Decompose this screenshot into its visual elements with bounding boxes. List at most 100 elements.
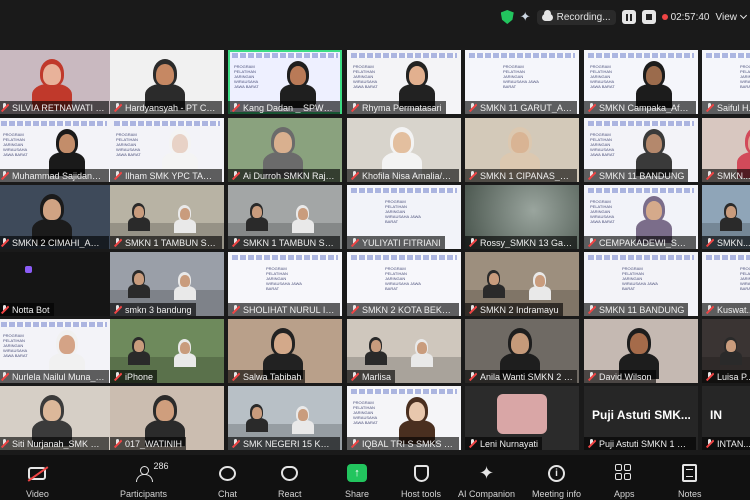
participant-name: SMKN 2 CIMAHI_ADI F... — [12, 237, 105, 248]
slide-title-text: PROGRAM PELATIHAN JARINGAN WIRAUSAHA JAW… — [266, 266, 302, 291]
participant-tile[interactable]: Leni Nurnayati — [465, 386, 579, 450]
participant-tile[interactable]: PROGRAM PELATIHAN JARINGAN WIRAUSAHA JAW… — [228, 252, 342, 316]
participant-name: YULIYATI FITRIANI — [362, 237, 441, 248]
participant-tile[interactable]: SMKN 1 CIPANAS_Fitri... — [465, 118, 579, 182]
participant-name-bar: Notta Bot — [0, 303, 54, 316]
participant-tile[interactable]: PROGRAM PELATIHAN JARINGAN WIRAUSAHA JAW… — [347, 185, 461, 249]
participant-tile[interactable]: PROGRAM PELATIHAN JARINGAN WIRAUSAHA JAW… — [465, 50, 579, 114]
participant-tile[interactable]: Anila Wanti SMKN 2 S... — [465, 319, 579, 383]
meeting-info-button[interactable]: i Meeting info — [532, 463, 581, 499]
participant-tile[interactable]: Puji Astuti SMK... Puji Astuti SMKN 1 CIK… — [584, 386, 698, 450]
participant-tile[interactable]: SMK NEGERI 15 KOTA... — [228, 386, 342, 450]
participant-face — [134, 206, 144, 218]
participant-body — [174, 219, 196, 234]
ai-sparkle-icon[interactable]: ✦ — [520, 9, 531, 25]
ai-companion-button[interactable]: ✦ AI Companion — [458, 463, 515, 499]
slide-title-text: PROGRAM PELATIHAN JARINGAN WIRAUSAHA JAW… — [740, 266, 750, 291]
participant-tile[interactable]: IN INTAN... — [702, 386, 750, 450]
participant-tile[interactable]: iPhone — [110, 319, 224, 383]
mic-muted-icon — [231, 372, 240, 381]
pause-recording-button[interactable] — [621, 10, 636, 24]
mic-muted-icon — [587, 103, 596, 112]
participant-tile[interactable]: Luisa P... — [702, 319, 750, 383]
participant-tile[interactable]: SMKN 2 CIMAHI_ADI F... — [0, 185, 111, 249]
apps-button[interactable]: Apps — [614, 463, 635, 499]
participant-tile[interactable]: PROGRAM PELATIHAN JARINGAN WIRAUSAHA JAW… — [0, 118, 111, 182]
apps-icon — [615, 464, 633, 482]
participant-tile[interactable]: SMKN... — [702, 185, 750, 249]
participant-tile[interactable]: SMKN... — [702, 118, 750, 182]
participant-tile[interactable]: PROGRAM PELATIHAN JARINGAN WIRAUSAHA JAW… — [0, 319, 111, 383]
participant-tile[interactable]: smkn 3 bandung — [110, 252, 224, 316]
participants-label: Participants — [120, 489, 168, 499]
mic-muted-icon — [587, 305, 596, 314]
participant-tile[interactable]: SMKN 1 TAMBUN SEL... — [110, 185, 224, 249]
participant-tile[interactable]: PROGRAM PELATIHAN JARINGAN WIRAUSAHA JAW… — [702, 252, 750, 316]
mic-muted-icon — [587, 439, 596, 448]
participant-tile[interactable]: 017_WATINIH — [110, 386, 224, 450]
participant-name-bar: SMKN 1 CIPANAS_Fitri... — [465, 169, 577, 182]
host-tools-button[interactable]: Host tools — [401, 463, 441, 499]
slide-title-text: PROGRAM PELATIHAN JARINGAN WIRAUSAHA JAW… — [3, 132, 28, 157]
participant-tile[interactable]: PROGRAM PELATIHAN JARINGAN WIRAUSAHA JAW… — [584, 118, 698, 182]
participant-name: Khofila Nisa Amalia/S... — [362, 170, 455, 181]
mic-muted-icon — [231, 238, 240, 247]
participant-tile[interactable]: Ai Durroh SMKN Rajap... — [228, 118, 342, 182]
mic-muted-icon — [113, 103, 122, 112]
notes-button[interactable]: Notes — [678, 463, 702, 499]
participant-name: SMKN 2 Indramayu — [480, 304, 559, 315]
participant-tile[interactable]: PROGRAM PELATIHAN JARINGAN WIRAUSAHA JAW… — [702, 50, 750, 114]
participant-face — [43, 199, 61, 221]
participant-face — [172, 134, 188, 153]
participant-name: Hardyansyah - PT Chl... — [125, 102, 218, 113]
participant-tile[interactable]: David Wilson — [584, 319, 698, 383]
participant-tile[interactable]: SILVIA RETNAWATI SMK... — [0, 50, 111, 114]
mic-muted-icon — [0, 103, 9, 112]
participant-face — [180, 342, 190, 354]
mic-muted-icon — [0, 238, 9, 247]
participant-name: INTAN... — [717, 438, 750, 449]
participant-tile[interactable]: Notta Bot — [0, 252, 111, 316]
participant-tile[interactable]: SMKN 2 Indramayu — [465, 252, 579, 316]
security-shield-icon[interactable] — [500, 10, 514, 24]
participant-tile[interactable]: PROGRAM PELATIHAN JARINGAN WIRAUSAHA JAW… — [584, 185, 698, 249]
stop-recording-button[interactable] — [641, 10, 656, 24]
participant-tile[interactable]: Salwa Tabibah — [228, 319, 342, 383]
participant-face — [59, 134, 75, 153]
participant-tile[interactable]: PROGRAM PELATIHAN JARINGAN WIRAUSAHA JAW… — [584, 252, 698, 316]
participant-face — [274, 132, 292, 154]
share-button[interactable]: ↑ Share — [345, 463, 369, 499]
meeting-top-bar: ✦ Recording... 02:57:40 View — [0, 0, 750, 34]
view-menu-button[interactable]: View — [716, 11, 748, 23]
participant-name-bar: iPhone — [110, 370, 158, 383]
participant-tile[interactable]: PROGRAM PELATIHAN JARINGAN WIRAUSAHA JAW… — [347, 386, 461, 450]
slide-title-text: PROGRAM PELATIHAN JARINGAN WIRAUSAHA JAW… — [385, 199, 421, 224]
participant-face — [726, 340, 736, 352]
participant-name-bar: SMKN 11 GARUT_AZW... — [465, 101, 577, 114]
mic-muted-icon — [468, 171, 477, 180]
participant-tile[interactable]: Hardyansyah - PT Chl... — [110, 50, 224, 114]
chat-button[interactable]: Chat — [218, 463, 237, 499]
participant-body — [411, 353, 433, 368]
participant-display-name: Puji Astuti SMK... — [592, 408, 691, 422]
react-button[interactable]: React — [278, 463, 302, 499]
participant-name: IQBAL TRI S SMKS YP... — [362, 438, 455, 449]
participant-tile[interactable]: Rossy_SMKN 13 Garut — [465, 185, 579, 249]
participant-tile[interactable]: SMKN 1 TAMBUN SEL... — [228, 185, 342, 249]
participants-button[interactable]: 286 Participants — [120, 461, 169, 499]
participant-face — [371, 340, 381, 352]
participant-tile[interactable]: PROGRAM PELATIHAN JARINGAN WIRAUSAHA JAW… — [347, 50, 461, 114]
participant-tile[interactable]: Marlisa — [347, 319, 461, 383]
participant-name: David Wilson — [599, 371, 652, 382]
video-button[interactable]: Video — [26, 463, 49, 499]
participant-tile[interactable]: PROGRAM PELATIHAN JARINGAN WIRAUSAHA JAW… — [228, 50, 342, 114]
slide-logo-strip — [1, 322, 107, 327]
participant-tile[interactable]: PROGRAM PELATIHAN JARINGAN WIRAUSAHA JAW… — [347, 252, 461, 316]
slide-title-text: PROGRAM PELATIHAN JARINGAN WIRAUSAHA JAW… — [622, 266, 658, 291]
participant-tile[interactable]: PROGRAM PELATIHAN JARINGAN WIRAUSAHA JAW… — [584, 50, 698, 114]
participant-tile[interactable]: Khofila Nisa Amalia/S... — [347, 118, 461, 182]
participant-tile[interactable]: PROGRAM PELATIHAN JARINGAN WIRAUSAHA JAW… — [110, 118, 224, 182]
slide-logo-strip — [469, 53, 575, 58]
participant-name-bar: SILVIA RETNAWATI SMK... — [0, 101, 109, 114]
participant-tile[interactable]: Siti Nurjanah_SMK Me... — [0, 386, 111, 450]
